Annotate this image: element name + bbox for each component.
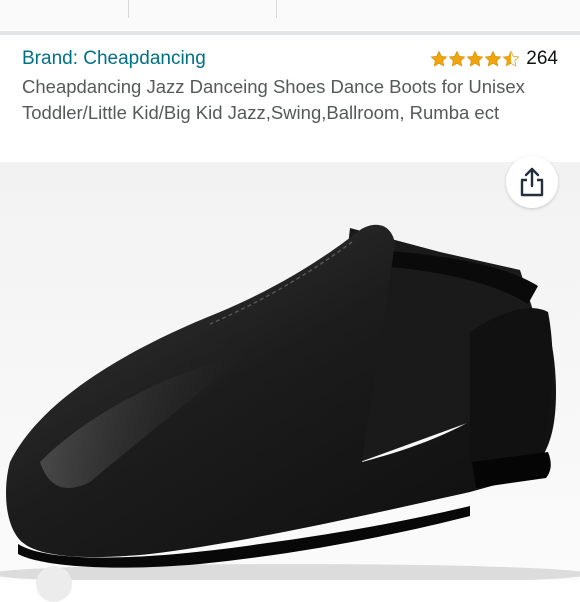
top-divider-line [0,31,580,35]
star-full-icon [430,50,448,67]
star-full-icon [484,50,502,67]
brand-link[interactable]: Brand: Cheapdancing [22,46,206,72]
shoe-image [0,162,580,584]
product-image[interactable] [0,162,580,584]
share-button[interactable] [506,156,558,208]
star-full-icon [448,50,466,67]
rating-summary[interactable]: 264 [430,46,558,72]
product-title: Cheapdancing Jazz Danceing Shoes Dance B… [22,76,525,123]
top-tab-strip [0,0,580,30]
product-header: Brand: Cheapdancing 264 [22,46,558,72]
star-rating [430,50,520,68]
top-divider [276,0,277,18]
star-half-icon [502,50,520,67]
avatar [36,566,72,602]
share-icon [520,167,544,197]
rating-count: 264 [526,48,558,69]
star-full-icon [466,50,484,67]
top-divider [128,0,129,18]
